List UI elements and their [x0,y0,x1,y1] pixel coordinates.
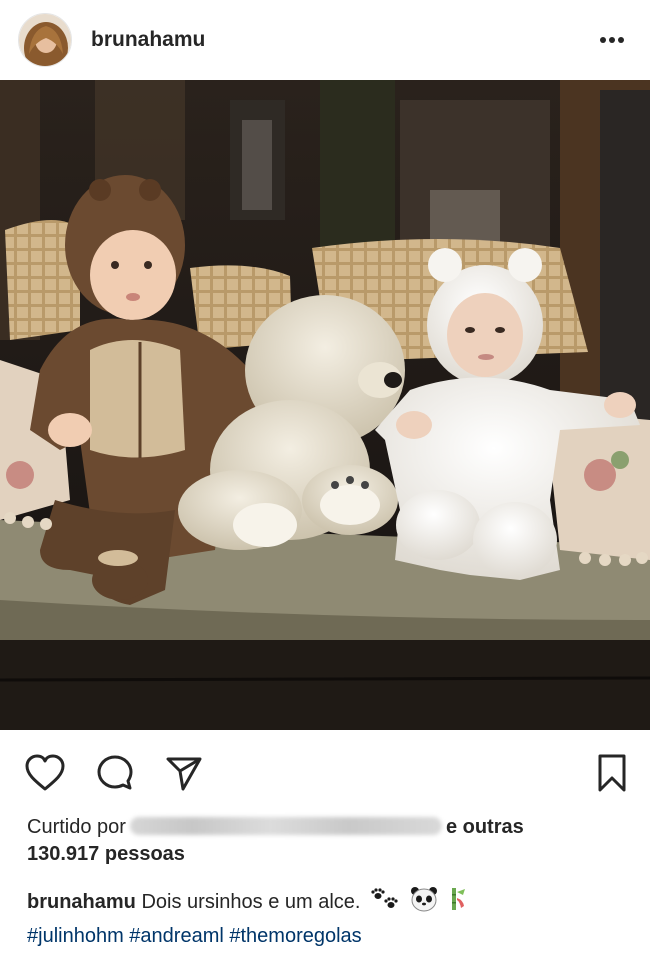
comment-icon[interactable] [92,750,138,796]
panda-icon [410,886,438,921]
caption-text: Dois ursinhos e um alce. [141,891,361,913]
post-username[interactable]: brunahamu [91,28,205,52]
caption-line: brunahamu Dois ursinhos e um alce. [27,886,627,921]
hashtags-line: #julinhohm #andreaml #themoregolas [27,921,627,951]
hashtag-link[interactable]: #themoregolas [229,925,361,947]
bookmark-icon[interactable] [589,750,635,796]
more-options-icon[interactable] [592,20,632,60]
hashtag-link[interactable]: #andreaml [129,925,224,947]
heart-icon[interactable] [22,750,68,796]
liked-by-prefix: Curtido por [27,816,126,838]
bamboo-icon [447,886,469,921]
liked-by-line: Curtido por e outras [27,814,627,841]
blurred-usernames [129,817,442,835]
hashtag-link[interactable]: #julinhohm [27,925,124,947]
likes-section: Curtido por e outras 130.917 pessoas [27,814,627,868]
post-caption: brunahamu Dois ursinhos e um alce. #juli… [27,886,627,951]
likes-count[interactable]: 130.917 pessoas [27,841,627,868]
post-photo[interactable] [0,80,650,730]
action-bar [0,740,650,804]
liked-by-suffix[interactable]: e outras [446,816,524,838]
post-header: brunahamu [0,0,650,80]
caption-username[interactable]: brunahamu [27,891,136,913]
paw-prints-icon [370,888,400,921]
send-icon[interactable] [161,750,207,796]
avatar[interactable] [18,13,72,67]
